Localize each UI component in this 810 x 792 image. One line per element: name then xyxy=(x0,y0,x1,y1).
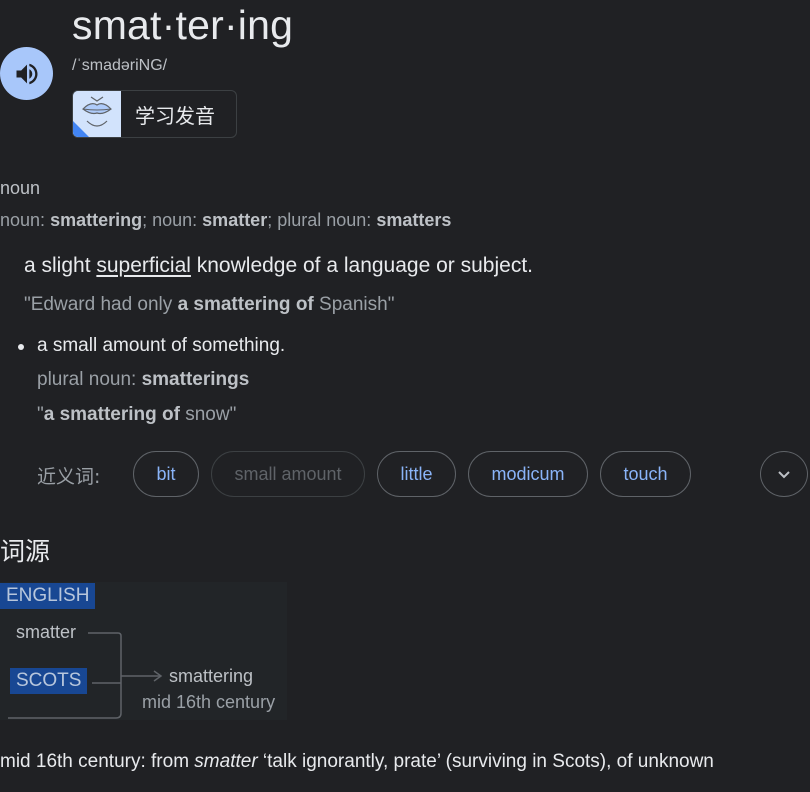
definition-2-forms: plural noun: smatterings xyxy=(37,369,250,390)
definition-link-superficial[interactable]: superficial xyxy=(96,254,191,277)
form-word: smattering xyxy=(50,210,143,230)
etymology-text: mid 16th century: from smatter ‘talk ign… xyxy=(0,751,714,772)
chevron-down-icon xyxy=(778,471,790,479)
example-1: "Edward had only a smattering of Spanish… xyxy=(24,294,395,315)
etymology-heading: 词源 xyxy=(0,537,51,566)
play-pronunciation-button[interactable] xyxy=(0,47,53,100)
etymology-diagram[interactable]: ENGLISH smatter SCOTS smattering mid 16t… xyxy=(0,582,287,720)
word-forms: noun: smattering; noun: smatter; plural … xyxy=(0,210,452,230)
synonym-chip[interactable]: modicum xyxy=(468,451,588,497)
speaker-icon xyxy=(16,63,37,84)
form-word: smatter xyxy=(202,210,268,230)
synonym-chip[interactable]: touch xyxy=(600,451,691,497)
synonym-chip[interactable]: small amount xyxy=(211,451,365,497)
form-label: plural noun xyxy=(277,210,367,230)
expand-synonyms-button[interactable] xyxy=(760,451,808,497)
bullet xyxy=(18,344,24,350)
synonym-chip[interactable]: little xyxy=(377,451,456,497)
definition-2: a small amount of something. xyxy=(37,335,286,356)
form-label: noun xyxy=(152,210,193,230)
form-word: smatters xyxy=(376,210,452,230)
synonyms-label: 近义词: xyxy=(37,466,101,488)
learn-pronunciation-button[interactable]: 学习发音 xyxy=(72,90,237,138)
phonetic-spelling: /ˈsmadəriNG/ xyxy=(72,57,168,74)
learn-pronunciation-label: 学习发音 xyxy=(135,103,215,128)
headword: smat·ter·ing xyxy=(72,2,294,48)
lips-icon xyxy=(73,91,121,137)
synonym-chip[interactable]: bit xyxy=(133,451,199,497)
definition-1: a slight superficial knowledge of a lang… xyxy=(24,254,533,277)
result-date: mid 16th century xyxy=(142,692,276,712)
result-word: smattering xyxy=(169,666,254,686)
form-label: noun xyxy=(0,210,41,230)
part-of-speech: noun xyxy=(0,178,41,198)
example-2: "a smattering of snow" xyxy=(37,404,237,425)
